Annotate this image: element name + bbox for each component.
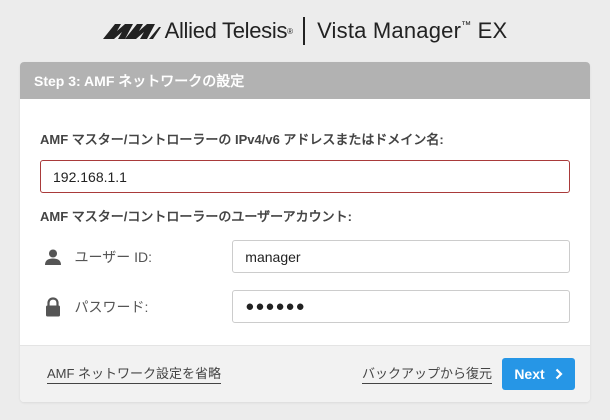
user-id-input[interactable]: manager: [232, 240, 571, 273]
password-value: ●●●●●●: [245, 298, 306, 315]
address-label: AMF マスター/コントローラーの IPv4/v6 アドレスまたはドメイン名:: [40, 132, 444, 147]
allied-telesis-logo: Allied Telesis ®: [102, 18, 294, 44]
company-name: Allied Telesis: [164, 18, 288, 43]
trademark-mark: ™: [461, 20, 472, 31]
user-id-value: manager: [245, 248, 301, 265]
form-body: AMF マスター/コントローラーの IPv4/v6 アドレスまたはドメイン名: …: [20, 131, 590, 323]
password-row: パスワード: ●●●●●●: [40, 290, 571, 323]
address-input[interactable]: 192.168.1.1: [40, 160, 570, 193]
product-name: Vista Manager™ EX: [317, 18, 507, 44]
registered-mark: ®: [287, 26, 294, 36]
card-footer: AMF ネットワーク設定を省略 バックアップから復元 Next: [20, 345, 590, 402]
product-suffix: EX: [477, 18, 508, 43]
setup-card: Step 3: AMF ネットワークの設定 AMF マスター/コントローラーの …: [20, 62, 590, 402]
person-icon: [43, 247, 62, 267]
lock-icon: [43, 296, 62, 317]
allied-telesis-logo-icon: [102, 24, 161, 39]
brand-divider: [303, 17, 306, 45]
product-title: Vista Manager: [317, 18, 462, 43]
next-button[interactable]: Next: [502, 358, 575, 390]
next-label: Next: [514, 366, 545, 382]
password-input[interactable]: ●●●●●●: [232, 290, 571, 323]
address-value: 192.168.1.1: [53, 168, 127, 185]
user-row: ユーザー ID: manager: [40, 240, 571, 273]
brand-header: Allied Telesis ® Vista Manager™ EX: [0, 0, 610, 62]
step-title: Step 3: AMF ネットワークの設定: [20, 62, 590, 99]
password-label: パスワード:: [74, 298, 149, 315]
restore-from-backup-link[interactable]: バックアップから復元: [362, 366, 493, 384]
skip-amf-setup-link[interactable]: AMF ネットワーク設定を省略: [47, 366, 222, 384]
chevron-right-icon: [555, 368, 563, 380]
user-id-label: ユーザー ID:: [74, 248, 152, 265]
account-label: AMF マスター/コントローラーのユーザーアカウント:: [40, 209, 352, 224]
